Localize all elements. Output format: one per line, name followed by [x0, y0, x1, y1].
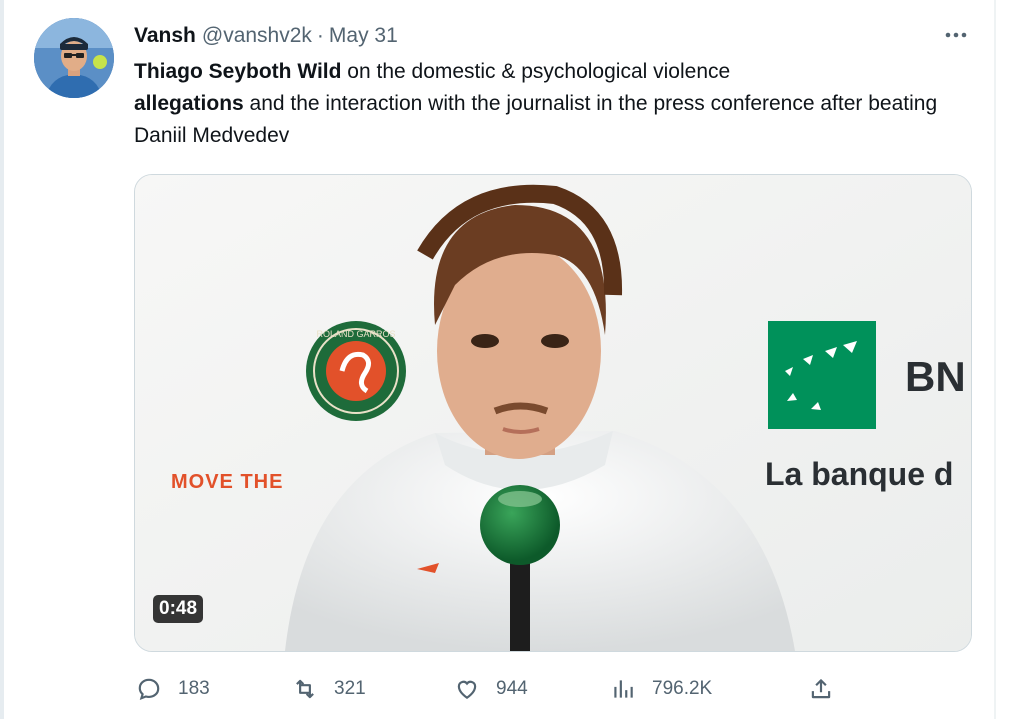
views-button[interactable]: 796.2K	[608, 672, 712, 706]
share-button[interactable]	[806, 672, 836, 706]
video-frame: ROLAND GARROS MOVE THE BN La banque d	[135, 175, 971, 651]
share-icon	[806, 674, 836, 704]
tweet-text: Thiago Seyboth Wild on the domestic & ps…	[134, 56, 984, 152]
reply-count: 183	[178, 678, 210, 699]
move-the-text: MOVE THE	[171, 471, 283, 493]
separator-dot: ·	[316, 24, 324, 47]
avatar[interactable]	[34, 18, 114, 98]
user-handle[interactable]: @vanshv2k	[202, 24, 312, 48]
retweet-icon	[290, 674, 320, 704]
video-duration-badge: 0:48	[153, 595, 204, 623]
banque-text: La banque d	[765, 456, 953, 492]
display-name[interactable]: Vansh	[134, 24, 196, 48]
bnp-text: BN	[905, 353, 966, 400]
text-bold-name: Thiago Seyboth Wild	[134, 60, 342, 83]
reply-button[interactable]: 183	[134, 672, 210, 706]
views-icon	[608, 674, 638, 704]
retweet-count: 321	[334, 678, 366, 699]
tweet-header: Vansh @vanshv2k · May 31	[134, 22, 398, 50]
more-options-button[interactable]	[938, 20, 974, 50]
bnp-logo	[768, 321, 876, 429]
action-bar: 183 321 944 796.2K	[134, 672, 994, 706]
video-player[interactable]: ROLAND GARROS MOVE THE BN La banque d 0:…	[134, 174, 972, 652]
svg-text:ROLAND GARROS: ROLAND GARROS	[316, 329, 395, 339]
text-part-2: and the interaction with the journalist …	[134, 92, 938, 147]
tweet-date[interactable]: May 31	[329, 24, 398, 48]
like-button[interactable]: 944	[452, 672, 528, 706]
right-border	[994, 0, 996, 719]
retweet-button[interactable]: 321	[290, 672, 366, 706]
tweet[interactable]: Vansh @vanshv2k · May 31 Thiago Seyboth …	[0, 0, 994, 719]
views-count: 796.2K	[652, 678, 713, 699]
heart-icon	[452, 674, 482, 704]
roland-garros-logo: ROLAND GARROS	[306, 321, 406, 421]
reply-icon	[134, 674, 164, 704]
more-icon	[944, 26, 968, 44]
like-count: 944	[496, 678, 528, 699]
text-bold-allegations: allegations	[134, 92, 244, 115]
text-part-1: on the domestic & psychological violence	[341, 60, 731, 83]
